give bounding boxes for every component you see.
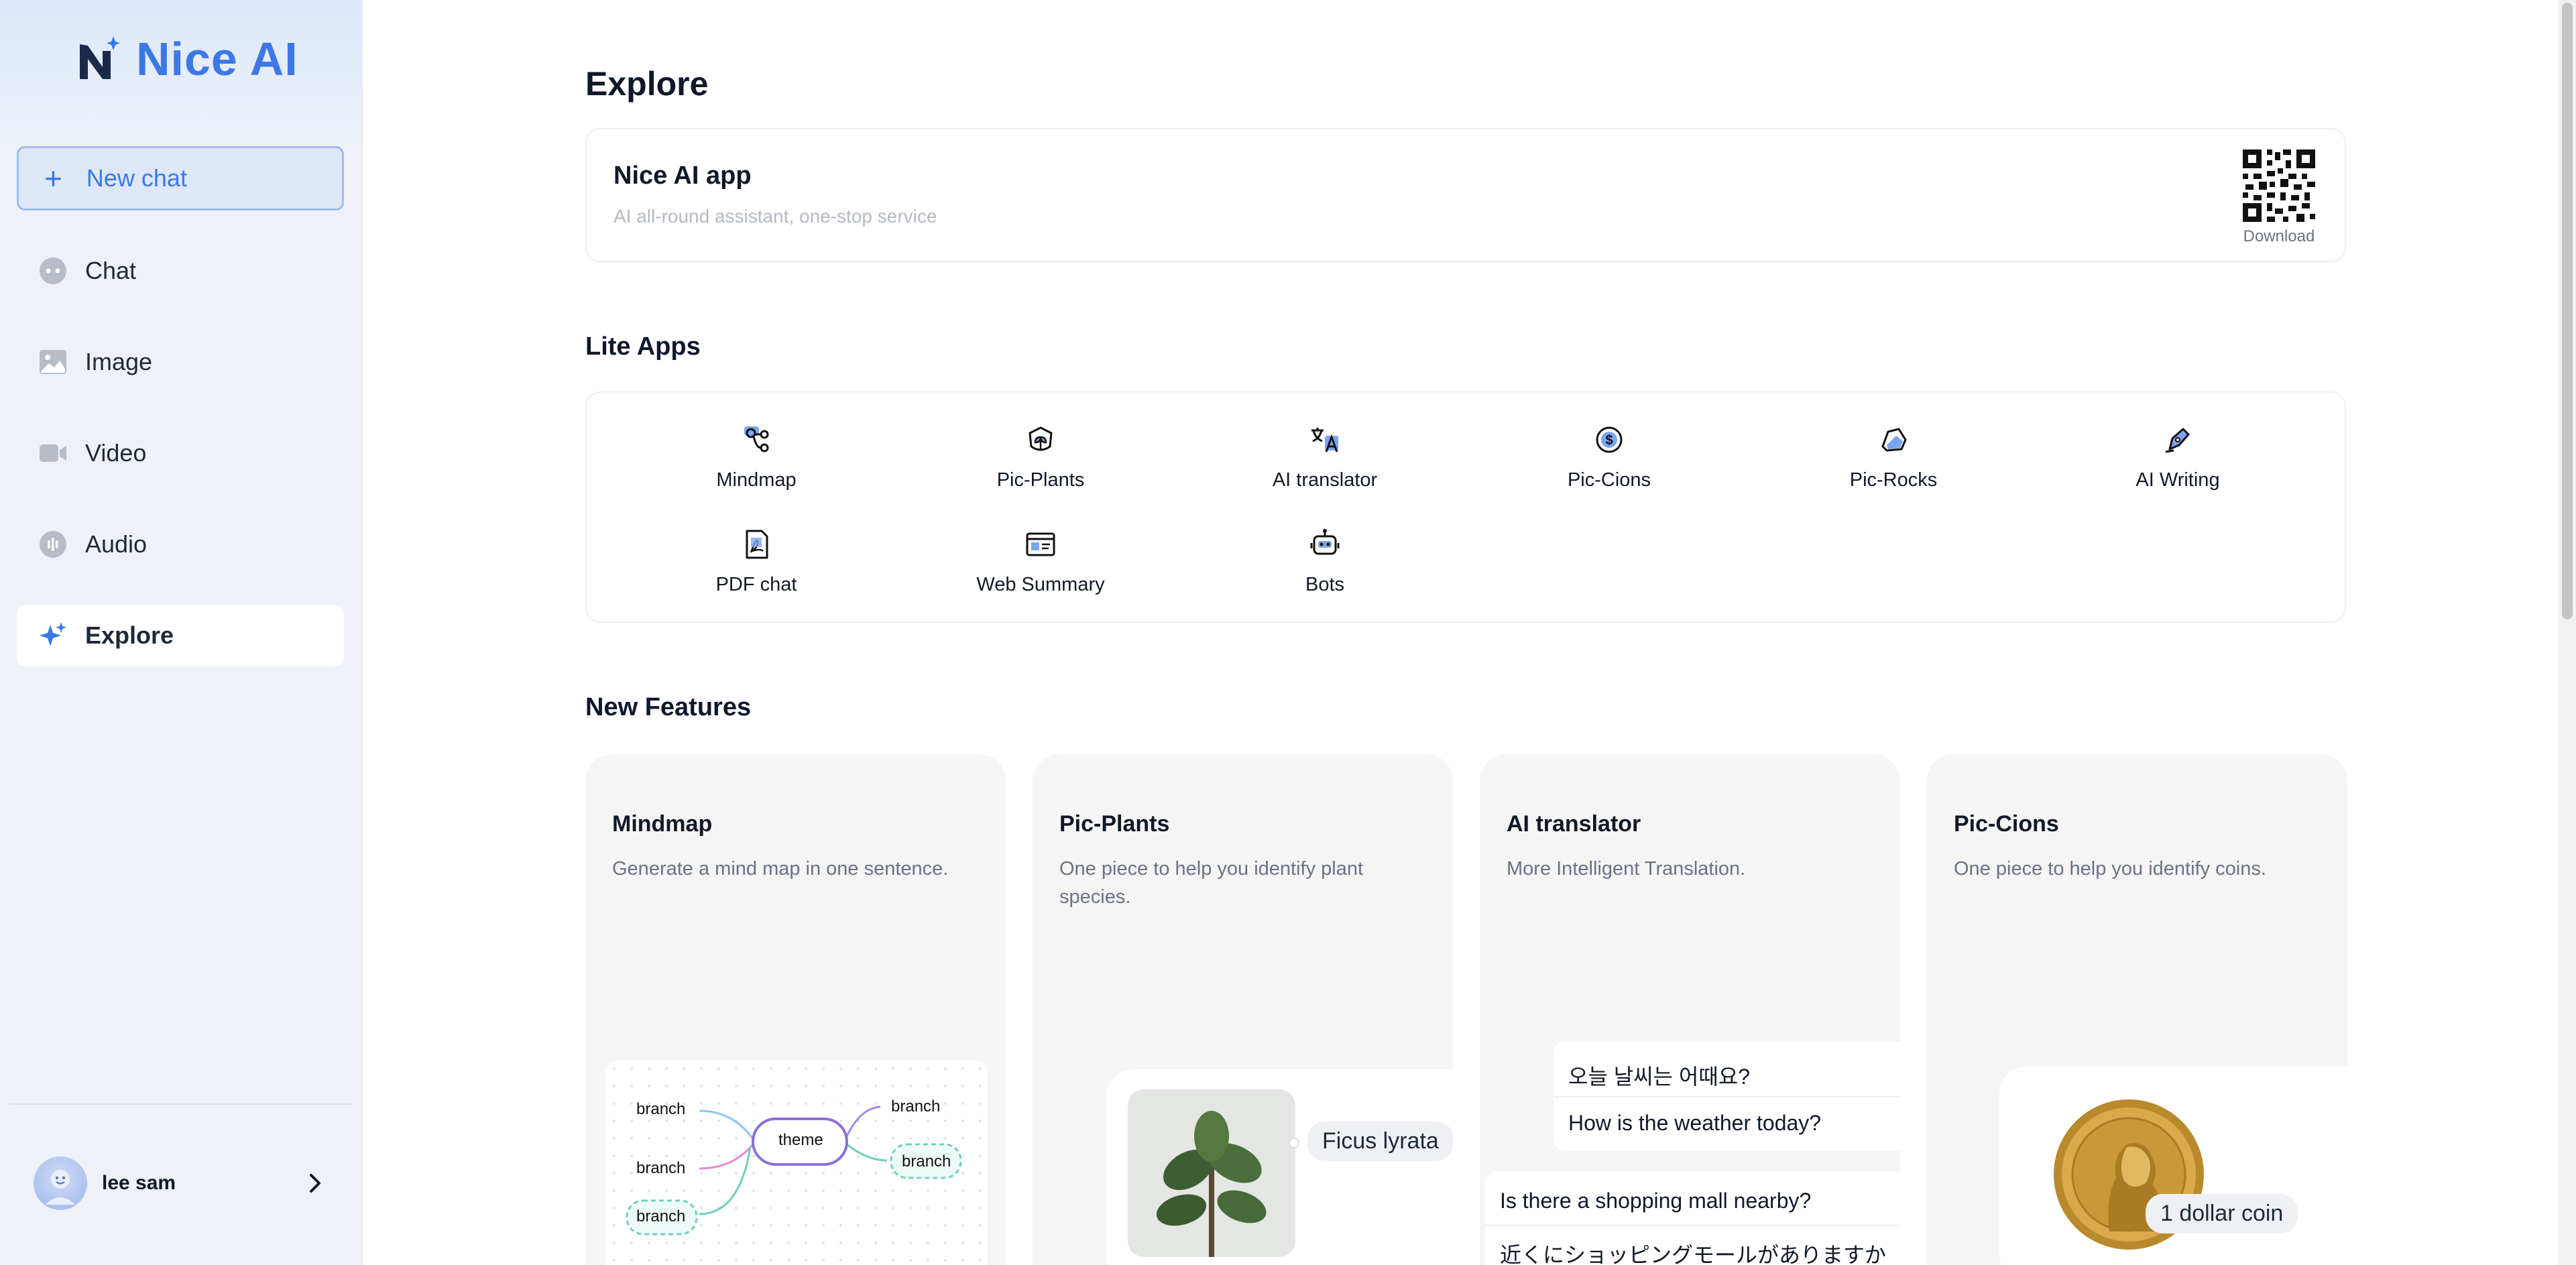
sidebar-item-chat[interactable]: Chat	[17, 240, 344, 302]
sidebar-item-explore[interactable]: Explore	[17, 605, 344, 666]
feature-title: Pic-Cions	[1954, 811, 2059, 837]
sidebar-item-label: Audio	[85, 530, 148, 558]
lite-app-label: AI Writing	[2135, 469, 2220, 491]
translation-bubble: 오늘 날씨는 어때요? How is the weather today?	[1554, 1041, 1900, 1151]
lite-app-ai-translator[interactable]: AI translator	[1224, 420, 1425, 491]
feature-title: Mindmap	[612, 811, 713, 837]
translation-source: 오늘 날씨는 어때요?	[1568, 1065, 1751, 1089]
feature-card-mindmap[interactable]: Mindmap Generate a mind map in one sente…	[585, 754, 1006, 1265]
logo-icon	[80, 36, 120, 79]
pdf-icon	[746, 530, 768, 559]
audio-icon	[38, 530, 68, 559]
translation-target: 近くにショッピングモールがありますか	[1500, 1243, 1887, 1265]
sidebar-item-label: Explore	[85, 621, 174, 649]
app-download-card: Nice AI app AI all-round assistant, one-…	[585, 128, 2346, 262]
lite-app-pic-cions[interactable]: $ Pic-Cions	[1509, 420, 1710, 491]
marker-dot-icon	[1289, 1138, 1299, 1148]
feature-description: One piece to help you identify coins.	[1954, 858, 2266, 880]
lite-app-pic-rocks[interactable]: Pic-Rocks	[1793, 420, 1994, 491]
mindmap-icon	[744, 426, 769, 453]
mindmap-branch: branch	[891, 1097, 941, 1116]
scrollbar-thumb[interactable]	[2562, 3, 2573, 619]
app-card-title: Nice AI app	[613, 162, 752, 190]
mindmap-branch: branch	[636, 1207, 686, 1225]
image-icon	[38, 347, 68, 377]
coin-preview: 1 dollar coin	[1999, 1067, 2347, 1265]
lite-apps-title: Lite Apps	[585, 333, 701, 361]
chat-icon	[38, 256, 68, 286]
translation-source: Is there a shopping mall nearby?	[1500, 1189, 1812, 1213]
mindmap-branch: branch	[902, 1152, 951, 1170]
plant-photo	[1128, 1089, 1295, 1257]
translation-target: How is the weather today?	[1568, 1111, 1822, 1135]
mindmap-branch: branch	[636, 1100, 686, 1118]
app-card-subtitle: AI all-round assistant, one-stop service	[613, 206, 937, 227]
lite-app-web-summary[interactable]: Web Summary	[940, 524, 1141, 596]
avatar	[34, 1156, 87, 1210]
lite-app-ai-writing[interactable]: AI Writing	[2077, 420, 2278, 491]
plus-icon: +	[44, 161, 62, 196]
scrollbar[interactable]	[2559, 0, 2576, 1265]
lite-app-label: Web Summary	[976, 574, 1105, 595]
translation-bubble: Is there a shopping mall nearby? 近くにショッピ…	[1485, 1171, 1900, 1265]
page-title: Explore	[585, 65, 709, 103]
plant-icon	[1029, 426, 1053, 451]
user-name: lee sam	[102, 1172, 176, 1194]
coin-icon: $	[1596, 426, 1623, 453]
coin-label: 1 dollar coin	[2146, 1194, 2298, 1233]
translate-icon	[1311, 428, 1338, 453]
lite-app-label: Pic-Rocks	[1849, 469, 1938, 491]
qr-code-icon[interactable]	[2243, 149, 2315, 222]
svg-text:$: $	[1605, 433, 1613, 448]
sidebar-item-video[interactable]: Video	[17, 422, 344, 484]
lite-apps-grid: Mindmap Pic-Plants AI translator $ Pic-C…	[585, 391, 2346, 623]
lite-app-pdf-chat[interactable]: PDF chat	[656, 524, 857, 596]
sidebar-item-label: Chat	[85, 257, 137, 284]
feature-card-pic-cions[interactable]: Pic-Cions One piece to help you identify…	[1927, 754, 2347, 1265]
sidebar-item-label: Image	[85, 348, 153, 375]
rock-icon	[1881, 428, 1907, 452]
feature-title: Pic-Plants	[1059, 811, 1170, 837]
feature-description: One piece to help you identify plant spe…	[1059, 858, 1364, 908]
lite-app-label: Bots	[1305, 574, 1345, 595]
feature-description: Generate a mind map in one sentence.	[612, 858, 949, 880]
mindmap-preview: theme branch branch branch branch branch	[605, 1060, 988, 1265]
new-chat-label: New chat	[86, 164, 187, 192]
lite-app-mindmap[interactable]: Mindmap	[656, 420, 857, 491]
chevron-right-icon[interactable]	[302, 1170, 329, 1197]
user-profile[interactable]: lee sam	[34, 1156, 329, 1210]
brand-logo[interactable]: Nice AI	[77, 32, 298, 86]
lite-app-label: PDF chat	[715, 574, 797, 595]
sparkle-icon	[38, 621, 68, 650]
feature-title: AI translator	[1507, 811, 1641, 837]
feature-card-ai-translator[interactable]: AI translator More Intelligent Translati…	[1480, 754, 1900, 1265]
web-icon	[1026, 532, 1055, 556]
sidebar-item-audio[interactable]: Audio	[17, 514, 344, 575]
lite-app-label: Mindmap	[716, 469, 797, 491]
feature-card-pic-plants[interactable]: Pic-Plants One piece to help you identif…	[1033, 754, 1453, 1265]
sidebar-divider	[9, 1103, 352, 1105]
sidebar-item-image[interactable]: Image	[17, 331, 344, 393]
lite-app-label: Pic-Cions	[1567, 469, 1651, 491]
mindmap-branch: branch	[636, 1159, 686, 1177]
new-chat-button[interactable]: + New chat	[17, 146, 344, 210]
download-label[interactable]: Download	[2243, 227, 2315, 246]
video-icon	[38, 438, 68, 468]
brand-name: Nice AI	[136, 33, 298, 85]
lite-app-bots[interactable]: Bots	[1224, 524, 1425, 596]
sidebar-item-label: Video	[85, 439, 147, 467]
plant-label: Ficus lyrata	[1307, 1122, 1453, 1161]
lite-app-label: AI translator	[1272, 469, 1378, 491]
feature-description: More Intelligent Translation.	[1507, 858, 1746, 880]
mindmap-center: theme	[778, 1131, 823, 1149]
new-features-title: New Features	[585, 693, 752, 721]
lite-app-label: Pic-Plants	[996, 469, 1085, 491]
pen-icon	[2165, 428, 2190, 453]
plant-preview: Ficus lyrata	[1106, 1069, 1453, 1265]
lite-app-pic-plants[interactable]: Pic-Plants	[940, 420, 1141, 491]
sidebar: Nice AI + New chat Chat Image Video Audi…	[0, 0, 363, 1265]
bot-icon	[1310, 529, 1340, 555]
